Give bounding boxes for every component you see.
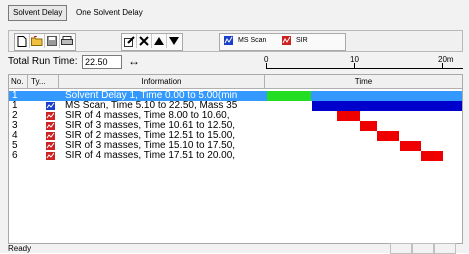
ruler-baseline bbox=[266, 68, 463, 69]
row-information: SIR of 4 masses, Time 17.51 to 20.00, bbox=[65, 150, 236, 161]
time-bar[interactable] bbox=[311, 101, 462, 111]
time-ruler: 0 10 20m bbox=[264, 55, 463, 71]
time-bar[interactable] bbox=[377, 131, 399, 141]
sir-icon bbox=[46, 132, 55, 140]
status-pane bbox=[412, 243, 434, 254]
time-bar[interactable] bbox=[421, 151, 443, 161]
edit-icon[interactable] bbox=[122, 34, 137, 48]
edit-button-group bbox=[121, 33, 183, 51]
sir-icon bbox=[46, 152, 55, 160]
print-icon[interactable] bbox=[60, 34, 74, 48]
column-header-no[interactable]: No. bbox=[9, 75, 28, 88]
time-bar[interactable] bbox=[360, 121, 377, 131]
delete-x-icon[interactable] bbox=[137, 34, 152, 48]
function-button-group: MS Scan SIR bbox=[219, 33, 346, 51]
time-bar[interactable] bbox=[267, 91, 311, 101]
function-list[interactable]: No. Ty... Information Time 1 Solvent Dela… bbox=[8, 74, 463, 244]
tab-solvent-delay[interactable]: Solvent Delay bbox=[8, 5, 68, 21]
file-button-group bbox=[14, 33, 76, 51]
tab-one-solvent-delay[interactable]: One Solvent Delay bbox=[76, 6, 143, 20]
sir-button[interactable]: SIR bbox=[280, 34, 351, 48]
run-time-input[interactable]: 22.50 bbox=[82, 55, 122, 69]
move-up-icon[interactable] bbox=[152, 34, 167, 48]
move-down-icon[interactable] bbox=[167, 34, 181, 48]
save-icon[interactable] bbox=[45, 34, 60, 48]
toolbar: MS Scan SIR bbox=[8, 30, 463, 52]
table-row[interactable]: 6 SIR of 4 masses, Time 17.51 to 20.00, bbox=[9, 150, 462, 161]
sir-label: SIR bbox=[296, 37, 308, 44]
open-folder-icon[interactable] bbox=[30, 34, 45, 48]
column-header-information[interactable]: Information bbox=[59, 75, 265, 88]
list-header: No. Ty... Information Time bbox=[9, 75, 462, 89]
column-header-time[interactable]: Time bbox=[265, 75, 462, 88]
status-pane bbox=[390, 243, 412, 254]
run-time-row: Total Run Time: 22.50 ↔ 0 10 20m bbox=[8, 54, 463, 71]
column-header-type[interactable]: Ty... bbox=[28, 75, 59, 88]
sir-icon bbox=[46, 122, 55, 130]
row-number: 6 bbox=[12, 150, 18, 161]
time-bar[interactable] bbox=[399, 141, 421, 151]
status-pane bbox=[434, 243, 456, 254]
status-text: Ready bbox=[8, 244, 32, 253]
tab-row: Solvent Delay One Solvent Delay bbox=[8, 5, 463, 21]
new-document-icon[interactable] bbox=[15, 34, 30, 48]
ruler-label: 0 bbox=[264, 55, 269, 64]
ms-scan-icon bbox=[224, 36, 233, 45]
ruler-label: 10 bbox=[350, 55, 359, 64]
ruler-label: 20m bbox=[438, 55, 454, 64]
ms-scan-label: MS Scan bbox=[238, 37, 267, 44]
run-time-label: Total Run Time: bbox=[8, 56, 78, 67]
time-bar[interactable] bbox=[337, 111, 361, 121]
sir-icon bbox=[282, 36, 291, 45]
ms-scan-icon bbox=[46, 102, 55, 110]
sir-icon bbox=[46, 142, 55, 150]
stretch-arrows-icon[interactable]: ↔ bbox=[128, 54, 140, 68]
sir-icon bbox=[46, 112, 55, 120]
method-editor-window: Solvent Delay One Solvent Delay MS Scan … bbox=[0, 0, 469, 254]
